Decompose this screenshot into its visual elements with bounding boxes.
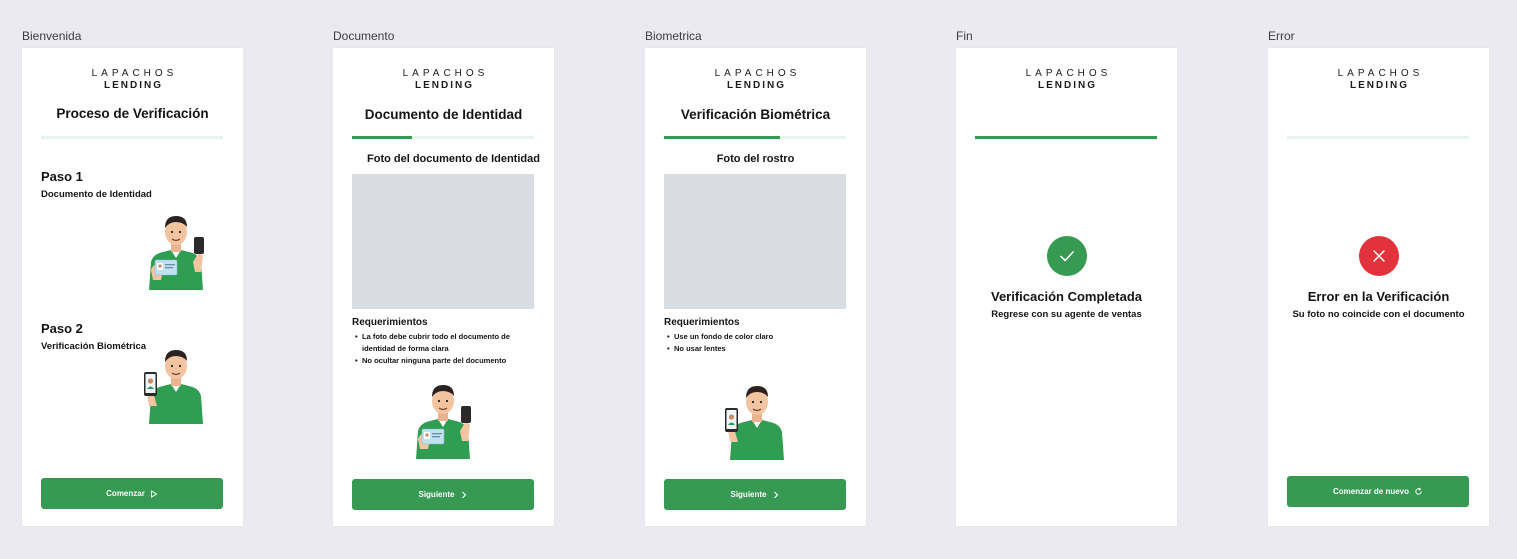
requirement-item: La foto debe cubrir todo el documento de… <box>352 331 534 355</box>
chevron-right-icon <box>461 491 466 498</box>
brand-logo-top: LAPACHOS <box>402 68 489 79</box>
brand-logo-top: LAPACHOS <box>91 68 178 79</box>
restart-button-label: Comenzar de nuevo <box>1332 487 1409 496</box>
brand-logo-bottom: LENDING <box>727 80 786 91</box>
person-with-id-card-illustration <box>407 379 479 459</box>
frame-label-bienvenida: Bienvenida <box>22 29 82 43</box>
brand-logo: LAPACHOS LENDING <box>333 68 554 92</box>
requirement-item: No ocultar ninguna parte del documento <box>352 355 534 367</box>
step-1-title: Paso 1 <box>41 169 83 184</box>
page-title: Documento de Identidad <box>364 107 523 122</box>
next-button-label: Siguiente <box>730 490 767 499</box>
person-with-id-card-illustration <box>140 210 212 290</box>
frame-documento: LAPACHOS LENDING Documento de Identidad … <box>333 48 554 526</box>
requirements: Requerimientos La foto debe cubrir todo … <box>352 317 534 367</box>
restart-button[interactable]: Comenzar de nuevo <box>1287 476 1469 507</box>
frame-label-fin: Fin <box>956 29 973 43</box>
frame-label-documento: Documento <box>333 29 395 43</box>
next-button[interactable]: Siguiente <box>352 479 534 510</box>
frame-label-biometrica: Biometrica <box>645 29 702 43</box>
frame-fin: LAPACHOS LENDING Verificación Completada… <box>956 48 1177 526</box>
photo-section-heading: Foto del rostro <box>716 153 795 165</box>
next-button[interactable]: Siguiente <box>664 479 846 510</box>
status-title: Error en la Verificación <box>1307 289 1450 304</box>
status-subtitle: Su foto no coincide con el documento <box>1292 309 1465 320</box>
brand-logo-top: LAPACHOS <box>1025 68 1112 79</box>
brand-logo-bottom: LENDING <box>104 80 163 91</box>
frame-error: LAPACHOS LENDING Error en la Verificació… <box>1268 48 1489 526</box>
step-1-subtitle: Documento de Identidad <box>41 189 152 200</box>
start-button-label: Comenzar <box>106 489 145 498</box>
brand-logo: LAPACHOS LENDING <box>645 68 866 92</box>
page-title: Proceso de Verificación <box>56 106 209 121</box>
page-title: Verificación Biométrica <box>680 107 831 122</box>
brand-logo: LAPACHOS LENDING <box>1268 68 1489 92</box>
requirements-title: Requerimientos <box>664 317 740 328</box>
progress-bar <box>352 136 534 139</box>
requirements-title: Requerimientos <box>352 317 428 328</box>
progress-bar <box>664 136 846 139</box>
requirement-item: Use un fondo de color claro <box>664 331 846 343</box>
progress-fill <box>664 136 781 139</box>
brand-logo-top: LAPACHOS <box>1337 68 1424 79</box>
document-photo-area[interactable] <box>352 174 534 309</box>
face-photo-area[interactable] <box>664 174 846 309</box>
photo-section-heading: Foto del documento de Identidad <box>367 153 540 165</box>
requirement-item: No usar lentes <box>664 343 846 355</box>
person-with-selfie-phone-illustration <box>140 344 212 424</box>
status-subtitle: Regrese con su agente de ventas <box>991 309 1142 320</box>
brand-logo: LAPACHOS LENDING <box>956 68 1177 92</box>
brand-logo-top: LAPACHOS <box>714 68 801 79</box>
chevron-right-icon <box>773 491 778 498</box>
progress-fill <box>975 136 1157 139</box>
frame-biometrica: LAPACHOS LENDING Verificación Biométrica… <box>645 48 866 526</box>
start-button[interactable]: Comenzar <box>41 478 223 509</box>
x-circle-icon <box>1358 236 1399 276</box>
brand-logo: LAPACHOS LENDING <box>22 68 243 92</box>
brand-logo-bottom: LENDING <box>1038 80 1097 91</box>
progress-bar <box>1287 136 1469 139</box>
play-icon <box>150 489 158 498</box>
refresh-icon <box>1415 487 1422 495</box>
frame-bienvenida: LAPACHOS LENDING Proceso de Verificación… <box>22 48 243 526</box>
next-button-label: Siguiente <box>418 490 455 499</box>
step-2-subtitle: Verificación Biométrica <box>41 341 147 352</box>
progress-fill <box>352 136 413 139</box>
check-circle-icon <box>1046 236 1087 276</box>
progress-bar <box>41 136 223 139</box>
status-title: Verificación Completada <box>991 289 1142 304</box>
person-with-selfie-phone-illustration <box>721 380 793 460</box>
progress-bar <box>975 136 1157 139</box>
brand-logo-bottom: LENDING <box>1350 80 1409 91</box>
requirements: Requerimientos Use un fondo de color cla… <box>664 317 846 355</box>
frame-label-error: Error <box>1268 29 1295 43</box>
brand-logo-bottom: LENDING <box>415 80 474 91</box>
step-2-title: Paso 2 <box>41 321 83 336</box>
